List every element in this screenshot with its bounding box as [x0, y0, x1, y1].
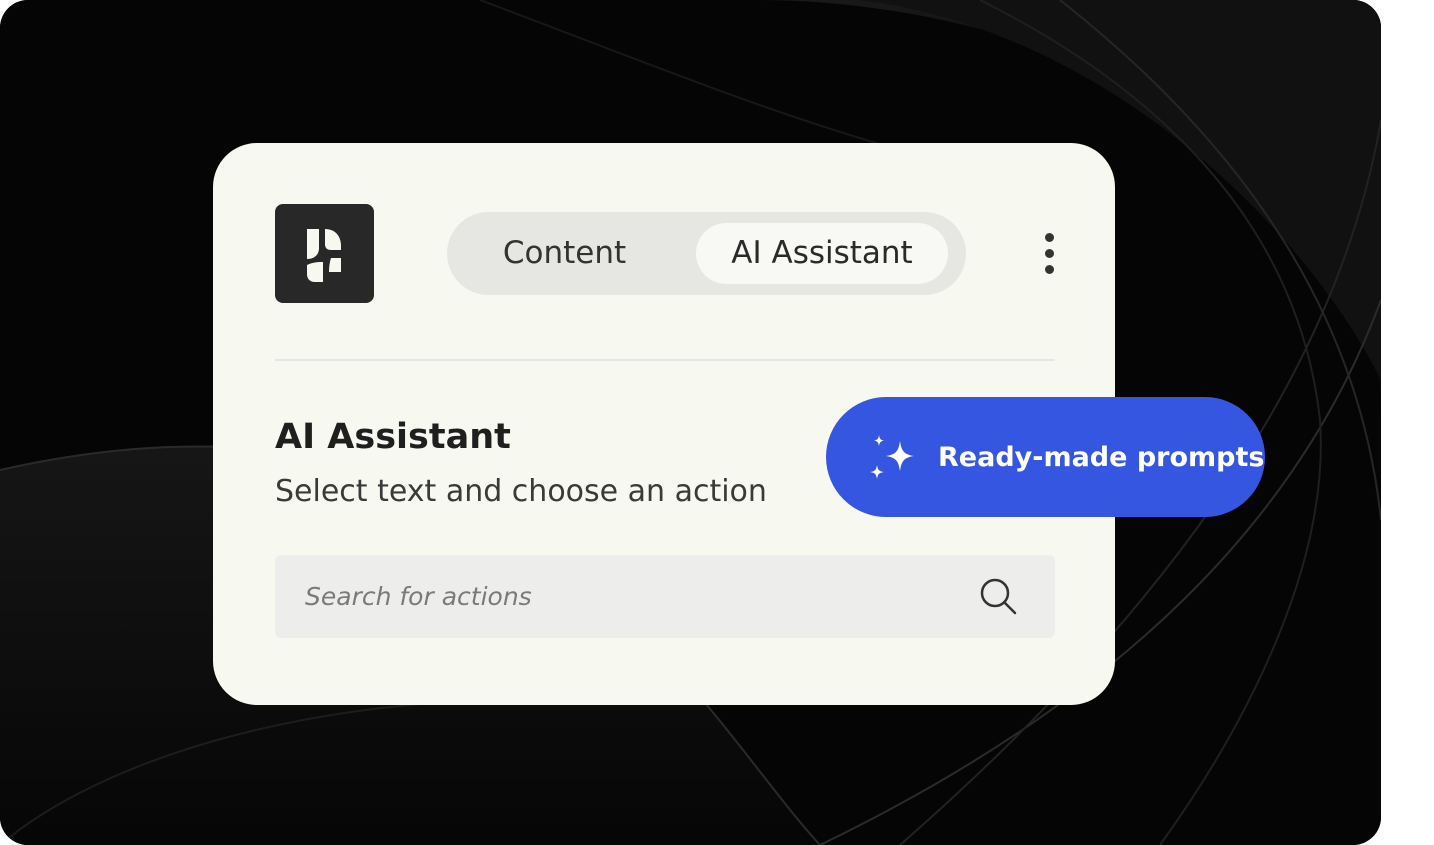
search-input[interactable]: [305, 555, 945, 638]
view-tabs: Content AI Assistant: [447, 212, 966, 295]
search-box: [275, 555, 1055, 638]
section-title: AI Assistant: [275, 417, 511, 457]
tab-content[interactable]: Content: [465, 223, 664, 284]
sparkles-icon: [870, 435, 914, 479]
logo-icon: [307, 229, 341, 282]
hero-background: Content AI Assistant AI Assistant Select…: [0, 0, 1381, 845]
ready-made-prompts-button[interactable]: Ready-made prompts: [826, 397, 1265, 517]
more-options-icon[interactable]: [1034, 229, 1064, 279]
section-subtitle: Select text and choose an action: [275, 474, 767, 509]
search-icon[interactable]: [977, 575, 1021, 619]
tab-ai-assistant[interactable]: AI Assistant: [696, 223, 948, 284]
divider: [275, 359, 1055, 361]
app-logo: [275, 204, 374, 303]
ready-made-prompts-label: Ready-made prompts: [938, 442, 1265, 473]
